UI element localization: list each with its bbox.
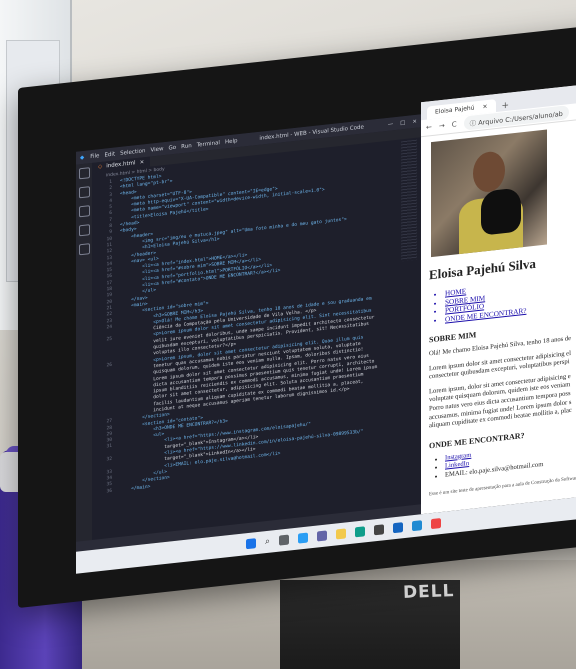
menu-edit[interactable]: Edit [104,151,115,158]
minimap[interactable] [401,139,417,262]
vscode-window: ◆ File Edit Selection View Go Run Terminal Help… [76,114,421,552]
line-number [96,388,112,390]
vscode-logo-icon: ◆ [80,154,85,161]
info-icon: ⓘ [469,119,477,128]
activity-bar [76,162,92,552]
line-number [96,400,112,402]
html-file-icon: ◇ [98,163,103,171]
address-label: Arquivo [478,116,504,128]
line-number [96,406,112,408]
explorer-icon[interactable] [78,167,90,180]
line-number: 25 [106,337,112,343]
browser-tab-title: Eloisa Pajehú [435,104,475,116]
web-page: Eloisa Pajehú Silva HOME SOBRE MIM PORTF… [421,117,576,504]
menu-view[interactable]: View [150,146,163,153]
line-number: 32 [106,456,112,463]
forward-button[interactable]: → [439,122,445,131]
tab-label: index.html [106,160,136,170]
line-number [96,413,112,415]
search-icon[interactable] [78,186,90,199]
line-number [96,394,112,396]
new-tab-button[interactable]: + [502,101,510,112]
line-number: 26 [106,362,112,369]
task-view-icon[interactable] [279,534,290,546]
windows-icon[interactable] [245,538,256,550]
minimize-button[interactable]: — [388,121,394,128]
browser-window: Eloisa Pajehú × + ← → C ⓘ Arquivo C:/Use… [421,81,576,515]
mail-icon[interactable] [393,522,404,534]
menu-help[interactable]: Help [225,138,238,145]
line-number [96,375,112,377]
browser-tab-close-icon[interactable]: × [483,103,488,111]
line-number [96,356,112,358]
close-button[interactable]: × [412,118,417,125]
line-number [96,350,112,352]
menu-run[interactable]: Run [181,143,192,150]
line-number: 36 [106,488,112,494]
menu-terminal[interactable]: Terminal [197,140,220,149]
line-number: 24 [106,324,112,331]
line-number: 31 [106,444,112,450]
line-number [96,381,112,383]
explorer-icon[interactable] [336,528,347,540]
menu-go[interactable]: Go [169,144,177,151]
code-area[interactable]: 1 <!DOCTYPE html> 2 <html lang="pt-br"> 3 <he… [92,146,421,497]
reload-button[interactable]: C [452,120,457,129]
monitor-screen: ◆ File Edit Selection View Go Run Terminal Help… [76,81,576,651]
store-icon[interactable] [374,524,385,536]
chrome-icon[interactable] [431,518,442,530]
photo-cat [481,187,521,236]
source-control-icon[interactable] [78,205,90,218]
extensions-icon[interactable] [78,243,90,256]
photo-face [473,150,505,194]
run-debug-icon[interactable] [78,224,90,237]
profile-photo [431,129,547,258]
menu-file[interactable]: File [90,153,99,160]
back-button[interactable]: ← [426,123,432,132]
tab-close-icon[interactable]: × [140,159,145,166]
widgets-icon[interactable] [298,532,309,544]
monitor: ◆ File Edit Selection View Go Run Terminal Help… [18,22,576,608]
window-controls: — □ × [381,118,417,128]
search-icon[interactable]: ⌕ [265,537,270,548]
editor: ◇ index.html × index.html > html > body … [92,127,421,550]
vscode-body: ◇ index.html × index.html > html > body … [76,127,421,552]
maximize-button[interactable]: □ [400,119,405,126]
edge-icon[interactable] [355,526,366,538]
menu-selection[interactable]: Selection [120,148,145,157]
vscode-icon[interactable] [412,520,423,532]
dell-logo: DELL [402,581,455,603]
chat-icon[interactable] [317,530,328,542]
